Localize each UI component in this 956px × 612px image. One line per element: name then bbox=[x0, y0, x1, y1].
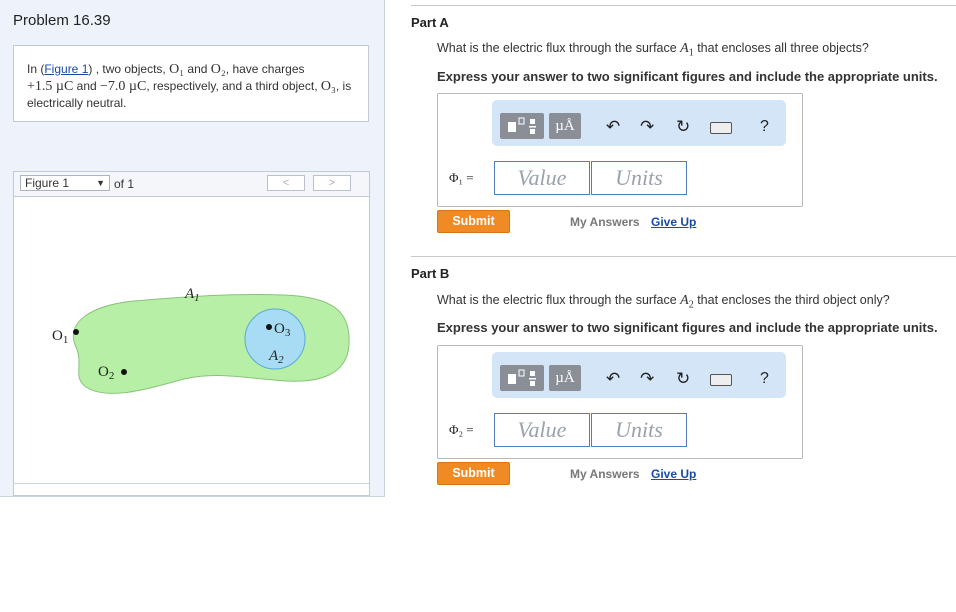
figure-toolbar: Figure 1 ▼ of 1 < > bbox=[14, 172, 369, 197]
units-input[interactable]: Units bbox=[591, 161, 687, 195]
units-button[interactable]: µÅ bbox=[549, 365, 581, 391]
object-o1-dot bbox=[73, 329, 79, 335]
problem-panel: Problem 16.39 In (Figure 1) , two object… bbox=[0, 0, 385, 497]
help-button[interactable]: ? bbox=[760, 118, 769, 136]
templates-button[interactable] bbox=[500, 113, 544, 139]
part-b-math-toolbar: µÅ ↶ ↷ ↻ ? bbox=[492, 352, 786, 398]
object-o2-dot bbox=[121, 369, 127, 375]
reset-icon[interactable]: ↻ bbox=[676, 117, 690, 137]
phi2-label: Φ₂ = bbox=[449, 422, 474, 437]
redo-icon[interactable]: ↷ bbox=[640, 117, 654, 137]
give-up-link[interactable]: Give Up bbox=[651, 215, 696, 229]
keyboard-icon[interactable] bbox=[710, 122, 732, 134]
figure-bottom-divider bbox=[14, 483, 369, 484]
reset-icon[interactable]: ↻ bbox=[676, 369, 690, 389]
templates-icon bbox=[508, 117, 536, 134]
problem-intro-text: In (Figure 1) , two objects, O₁ and O₂, … bbox=[27, 62, 352, 110]
label-o2: O bbox=[98, 364, 109, 380]
help-button[interactable]: ? bbox=[760, 370, 769, 388]
object-o1: O₁ bbox=[169, 62, 185, 77]
label-o3: O bbox=[274, 321, 285, 337]
units-button[interactable]: µÅ bbox=[549, 113, 581, 139]
part-b-title: Part B bbox=[411, 266, 450, 281]
object-o3: O₃ bbox=[320, 79, 336, 94]
part-b-divider bbox=[411, 256, 956, 257]
charge-1: +1.5 µC bbox=[27, 79, 74, 94]
submit-button[interactable]: Submit bbox=[437, 210, 510, 233]
figure-diagram: O3 A2 A1 O1 O2 bbox=[52, 286, 350, 394]
phi1-label: Φ₁ = bbox=[449, 170, 474, 185]
next-figure-button[interactable]: > bbox=[313, 175, 351, 191]
submit-button[interactable]: Submit bbox=[437, 462, 510, 485]
redo-icon[interactable]: ↷ bbox=[640, 369, 654, 389]
surface-a1 bbox=[72, 293, 350, 394]
prev-figure-button[interactable]: < bbox=[267, 175, 305, 191]
undo-icon[interactable]: ↶ bbox=[606, 117, 620, 137]
charge-2: −7.0 µC bbox=[100, 79, 147, 94]
part-a-divider bbox=[411, 5, 956, 6]
part-b-answer-box: µÅ ↶ ↷ ↻ ? Φ₂ = Value Units bbox=[437, 345, 803, 459]
keyboard-icon[interactable] bbox=[710, 374, 732, 386]
part-a-question: What is the electric flux through the su… bbox=[437, 41, 869, 59]
figure-count: of 1 bbox=[114, 177, 135, 191]
undo-icon[interactable]: ↶ bbox=[606, 369, 620, 389]
my-answers-link[interactable]: My Answers bbox=[570, 215, 640, 229]
chevron-down-icon: ▼ bbox=[96, 178, 105, 188]
part-a-answer-box: µÅ ↶ ↷ ↻ ? Φ₁ = Value Units bbox=[437, 93, 803, 207]
figure-select[interactable]: Figure 1 ▼ bbox=[20, 175, 110, 191]
label-o1: O bbox=[52, 328, 63, 344]
svg-text:O1: O1 bbox=[52, 328, 68, 346]
svg-text:A1: A1 bbox=[184, 286, 200, 304]
my-answers-link[interactable]: My Answers bbox=[570, 467, 640, 481]
object-o3-dot bbox=[266, 324, 272, 330]
part-b-question: What is the electric flux through the su… bbox=[437, 293, 890, 311]
part-a-instruction: Express your answer to two significant f… bbox=[437, 69, 938, 84]
figure-panel: Figure 1 ▼ of 1 < > O3 A2 A1 O1 O2 bbox=[13, 171, 370, 496]
part-a-math-toolbar: µÅ ↶ ↷ ↻ ? bbox=[492, 100, 786, 146]
object-o2: O₂ bbox=[210, 62, 226, 77]
value-input[interactable]: Value bbox=[494, 161, 590, 195]
templates-icon bbox=[508, 369, 536, 386]
value-input[interactable]: Value bbox=[494, 413, 590, 447]
part-b-instruction: Express your answer to two significant f… bbox=[437, 320, 938, 335]
problem-title: Problem 16.39 bbox=[13, 12, 111, 29]
give-up-link[interactable]: Give Up bbox=[651, 467, 696, 481]
units-input[interactable]: Units bbox=[591, 413, 687, 447]
templates-button[interactable] bbox=[500, 365, 544, 391]
part-a-title: Part A bbox=[411, 15, 449, 30]
figure-link[interactable]: Figure 1 bbox=[44, 62, 88, 76]
problem-intro-box: In (Figure 1) , two objects, O₁ and O₂, … bbox=[13, 45, 369, 122]
